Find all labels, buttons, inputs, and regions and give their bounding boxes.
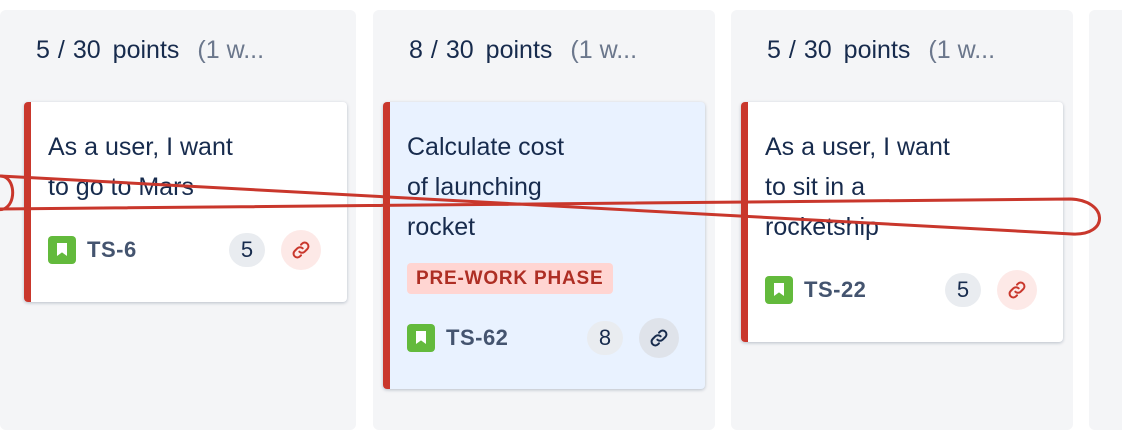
points-unit: points <box>112 36 180 64</box>
card-title: As a user, I want to go to Mars <box>48 133 233 201</box>
link-icon[interactable] <box>639 318 679 358</box>
points-done: 5 <box>36 36 50 64</box>
card-title: Calculate cost of launching rocket <box>407 133 565 241</box>
card-title: As a user, I want to sit in a rocketship <box>765 133 950 241</box>
points-separator: / <box>788 36 796 64</box>
column-header: 8/30 points (1 w... <box>373 32 715 68</box>
points-separator: / <box>57 36 65 64</box>
board-column-2: 8/30 points (1 w... Calculate cost of laun… <box>373 10 715 430</box>
points-unit: points <box>485 36 553 64</box>
sprint-duration: (1 w... <box>928 36 996 64</box>
issue-card[interactable]: As a user, I want to sit in a rocketship… <box>741 102 1063 342</box>
column-header: 5/30 points (1 w... <box>731 32 1073 68</box>
story-bookmark-icon <box>407 324 435 352</box>
sprint-duration: (1 w... <box>197 36 265 64</box>
points-done: 8 <box>409 36 423 64</box>
points-unit: points <box>843 36 911 64</box>
board-column-4 <box>1089 10 1122 430</box>
board-column-1: 5/30 points (1 w... As a user, I want to g… <box>0 10 356 430</box>
points-total: 30 <box>803 36 832 64</box>
card-footer: TS-62 8 <box>407 318 679 358</box>
issue-card[interactable]: Calculate cost of launching rocket PRE-W… <box>383 102 705 389</box>
issue-card[interactable]: As a user, I want to go to Mars TS-6 5 <box>24 102 347 302</box>
story-points-badge[interactable]: 5 <box>945 273 981 307</box>
issue-key[interactable]: TS-22 <box>804 277 866 303</box>
points-done: 5 <box>767 36 781 64</box>
points-total: 30 <box>445 36 474 64</box>
priority-stripe <box>24 102 31 302</box>
link-icon[interactable] <box>997 270 1037 310</box>
card-footer: TS-22 5 <box>765 270 1037 310</box>
priority-stripe <box>741 102 748 342</box>
story-bookmark-icon <box>765 276 793 304</box>
points-total: 30 <box>72 36 101 64</box>
issue-key[interactable]: TS-6 <box>87 237 137 263</box>
priority-stripe <box>383 102 390 389</box>
story-bookmark-icon <box>48 236 76 264</box>
board-column-3: 5/30 points (1 w... As a user, I want to s… <box>731 10 1073 430</box>
column-header: 5/30 points (1 w... <box>0 32 356 68</box>
link-icon[interactable] <box>281 230 321 270</box>
issue-key[interactable]: TS-62 <box>446 325 508 351</box>
story-points-badge[interactable]: 8 <box>587 321 623 355</box>
sprint-duration: (1 w... <box>570 36 638 64</box>
points-separator: / <box>430 36 438 64</box>
card-footer: TS-6 5 <box>48 230 321 270</box>
story-points-badge[interactable]: 5 <box>229 233 265 267</box>
phase-lozenge: PRE-WORK PHASE <box>407 263 613 294</box>
